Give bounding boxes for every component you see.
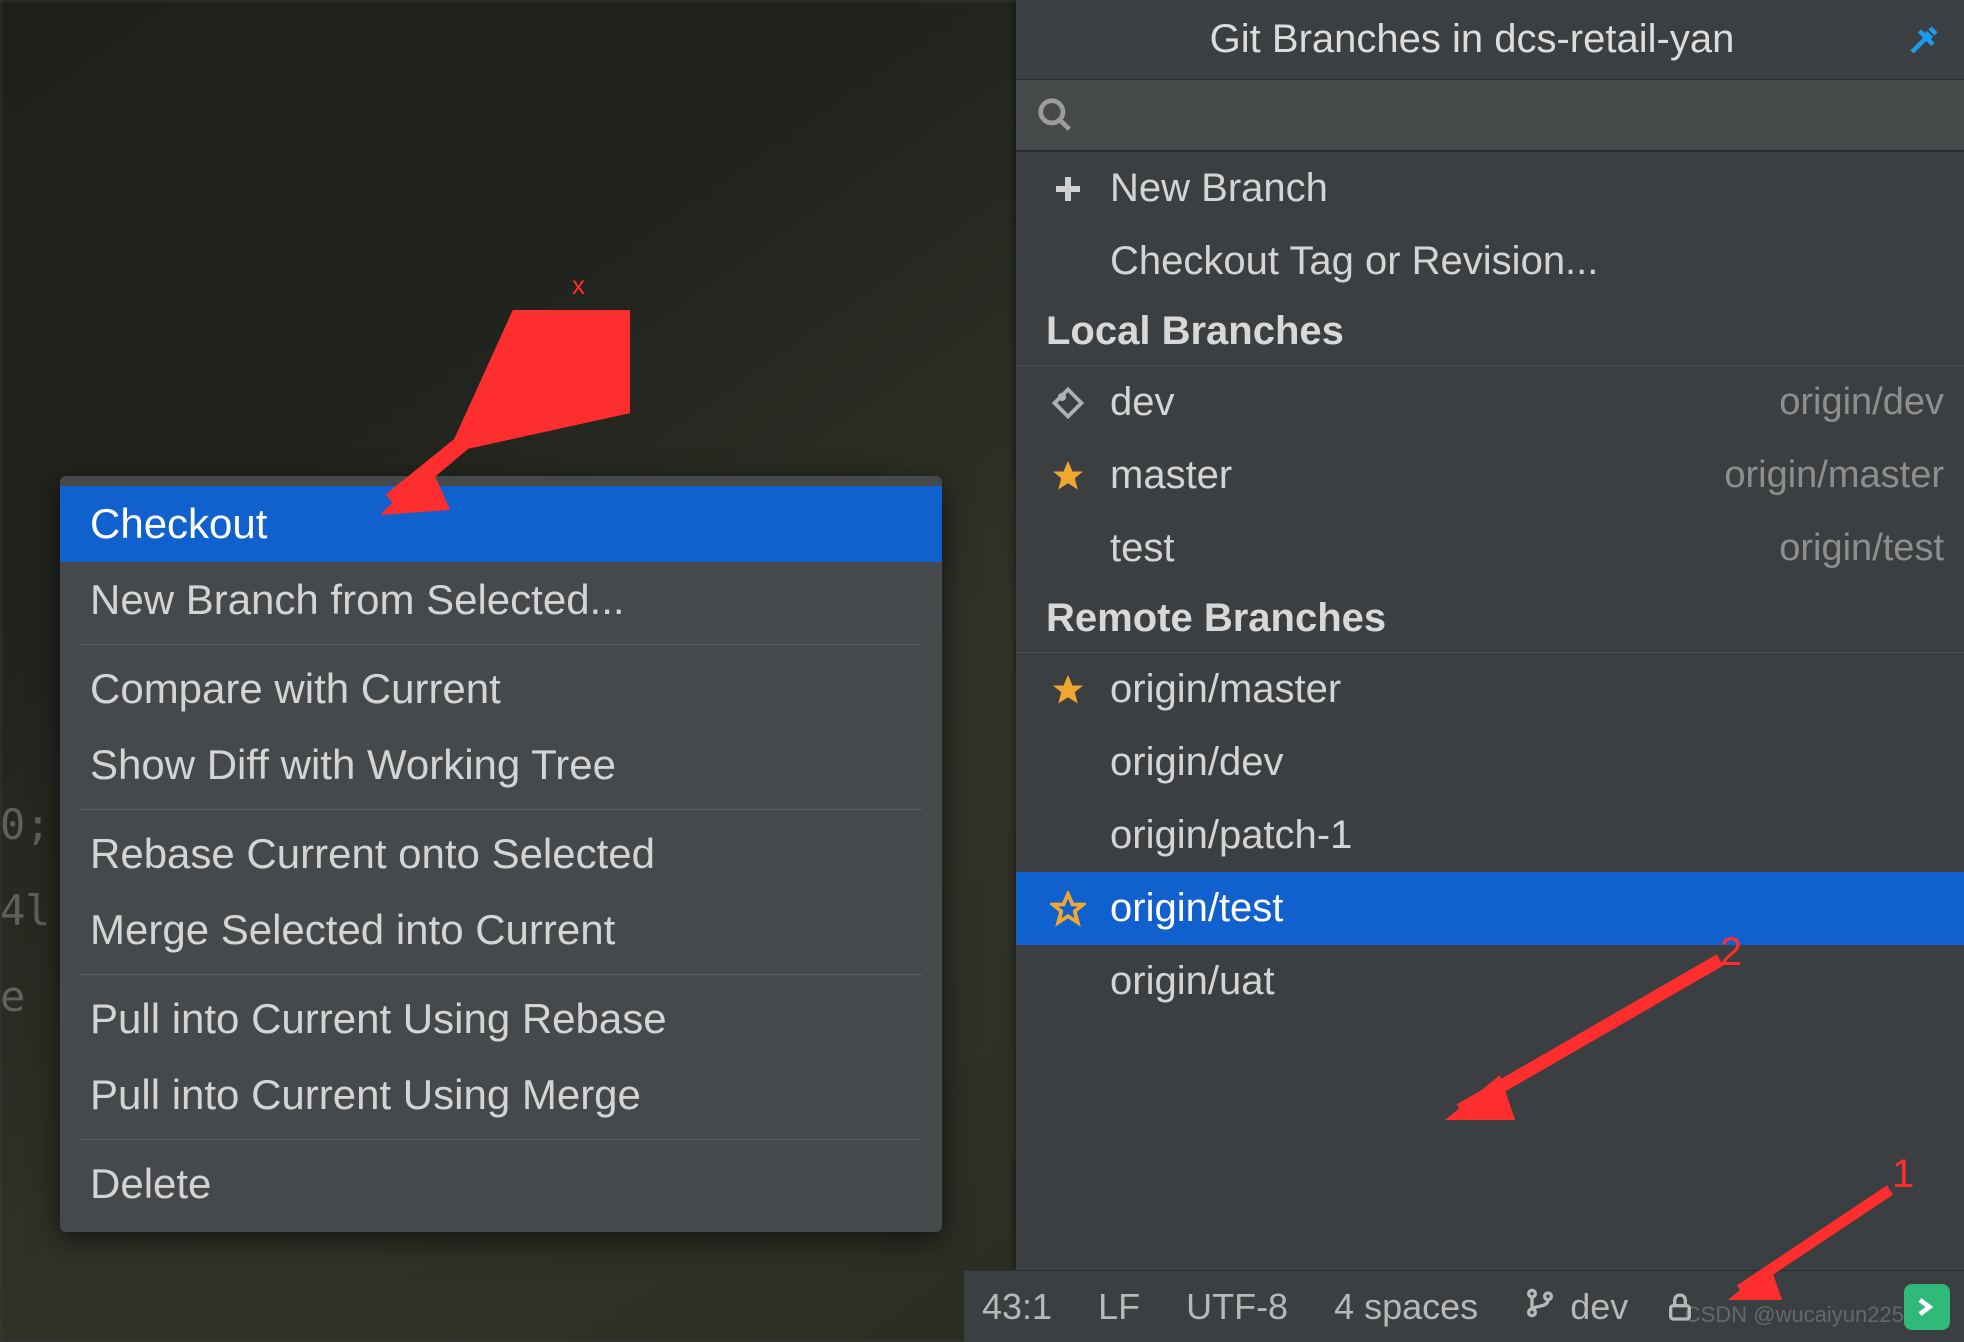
remote-branch-origin-dev[interactable]: origin/dev [1016,726,1964,799]
ctx-separator [80,644,922,645]
ctx-new-branch-from-selected[interactable]: New Branch from Selected... [60,562,942,638]
popup-title: Git Branches in dcs-retail-yan [1038,17,1906,62]
ctx-rebase-onto-selected[interactable]: Rebase Current onto Selected [60,816,942,892]
branch-tracking: origin/dev [1779,381,1944,424]
ctx-delete[interactable]: Delete [60,1146,942,1222]
search-icon [1036,96,1074,134]
branch-icon [1524,1286,1556,1328]
annotation-number-2: 2 [1720,930,1742,975]
current-branch-name: dev [1570,1286,1628,1328]
checkout-tag-item[interactable]: Checkout Tag or Revision... [1016,225,1964,298]
plus-icon [1044,171,1092,207]
ctx-pull-using-merge[interactable]: Pull into Current Using Merge [60,1057,942,1133]
watermark: CSDN @wucaiyun225 [1685,1302,1904,1328]
ctx-show-diff-working-tree[interactable]: Show Diff with Working Tree [60,727,942,803]
ctx-checkout[interactable]: Checkout [60,486,942,562]
x-mark: x [572,270,585,301]
branch-tracking: origin/master [1724,454,1944,497]
ctx-pull-using-rebase[interactable]: Pull into Current Using Rebase [60,981,942,1057]
branch-context-menu: Checkout New Branch from Selected... Com… [60,476,942,1232]
branch-label: origin/master [1110,667,1944,712]
ctx-separator [80,974,922,975]
ctx-merge-selected-into-current[interactable]: Merge Selected into Current [60,892,942,968]
branch-label: origin/dev [1110,740,1944,785]
indent-setting[interactable]: 4 spaces [1334,1286,1478,1328]
code-snippet: 0; 4l e [0,782,51,1040]
new-branch-label: New Branch [1110,166,1944,211]
branch-label: master [1110,453,1724,498]
star-outline-icon [1044,891,1092,927]
star-icon [1044,458,1092,494]
ctx-compare-with-current[interactable]: Compare with Current [60,651,942,727]
terminal-run-icon[interactable] [1904,1284,1950,1330]
caret-position[interactable]: 43:1 [982,1286,1052,1328]
branch-search-input[interactable] [1092,96,1944,135]
git-branch-widget[interactable]: dev [1524,1286,1628,1328]
line-separator[interactable]: LF [1098,1286,1140,1328]
branch-tracking: origin/test [1779,527,1944,570]
remote-branch-origin-master[interactable]: origin/master [1016,653,1964,726]
search-row[interactable] [1016,80,1964,152]
branch-label: origin/test [1110,886,1944,931]
new-branch-item[interactable]: New Branch [1016,152,1964,225]
remote-branch-origin-uat[interactable]: origin/uat [1016,945,1964,1018]
file-encoding[interactable]: UTF-8 [1186,1286,1288,1328]
annotation-number-3: 3 [603,303,625,348]
popup-title-row: Git Branches in dcs-retail-yan [1016,0,1964,80]
pin-icon[interactable] [1906,22,1942,58]
branch-label: origin/patch-1 [1110,813,1944,858]
ctx-separator [80,1139,922,1140]
branch-label: dev [1110,380,1779,425]
star-icon [1044,672,1092,708]
remote-branch-origin-test[interactable]: origin/test [1016,872,1964,945]
tag-icon [1044,385,1092,421]
branch-label: test [1110,526,1779,571]
local-branch-dev[interactable]: dev origin/dev [1016,366,1964,439]
remote-branch-origin-patch-1[interactable]: origin/patch-1 [1016,799,1964,872]
remote-branches-header: Remote Branches [1016,585,1964,653]
git-branches-popup: Git Branches in dcs-retail-yan New Branc… [1016,0,1964,1270]
local-branch-master[interactable]: master origin/master [1016,439,1964,512]
checkout-tag-label: Checkout Tag or Revision... [1110,239,1944,284]
local-branches-header: Local Branches [1016,298,1964,366]
branch-label: origin/uat [1110,959,1944,1004]
annotation-number-1: 1 [1892,1152,1914,1197]
ctx-separator [80,809,922,810]
local-branch-test[interactable]: test origin/test [1016,512,1964,585]
